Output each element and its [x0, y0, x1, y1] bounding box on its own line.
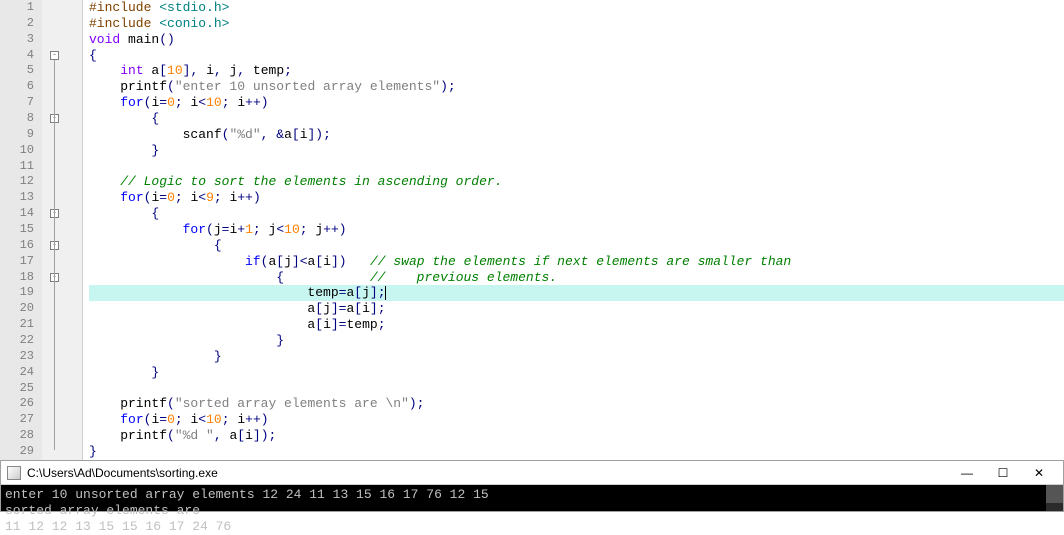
code-line[interactable]: }: [89, 444, 1064, 460]
code-line[interactable]: a[j]=a[i];: [89, 301, 1064, 317]
close-button[interactable]: ✕: [1021, 462, 1057, 484]
code-line[interactable]: { // previous elements.: [89, 270, 1064, 286]
code-line[interactable]: {: [89, 238, 1064, 254]
code-editor[interactable]: 1234567891011121314151617181920212223242…: [0, 0, 1064, 460]
code-line[interactable]: printf("sorted array elements are \n");: [89, 396, 1064, 412]
console-title: C:\Users\Ad\Documents\sorting.exe: [27, 466, 949, 480]
minimize-button[interactable]: —: [949, 462, 985, 484]
code-line[interactable]: // Logic to sort the elements in ascendi…: [89, 174, 1064, 190]
code-line[interactable]: {: [89, 48, 1064, 64]
code-line[interactable]: }: [89, 365, 1064, 381]
code-line[interactable]: #include <stdio.h>: [89, 0, 1064, 16]
window-controls: — ☐ ✕: [949, 462, 1057, 484]
code-line[interactable]: int a[10], i, j, temp;: [89, 63, 1064, 79]
code-line[interactable]: {: [89, 111, 1064, 127]
code-line[interactable]: }: [89, 333, 1064, 349]
maximize-button[interactable]: ☐: [985, 462, 1021, 484]
code-line[interactable]: for(i=0; i<9; i++): [89, 190, 1064, 206]
code-line[interactable]: temp=a[j];: [89, 285, 1064, 301]
code-line[interactable]: a[i]=temp;: [89, 317, 1064, 333]
fold-toggle[interactable]: -: [50, 51, 59, 60]
editor-gutter: 1234567891011121314151617181920212223242…: [0, 0, 83, 460]
code-line[interactable]: if(a[j]<a[i]) // swap the elements if ne…: [89, 254, 1064, 270]
code-area[interactable]: #include <stdio.h>#include <conio.h>void…: [83, 0, 1064, 460]
code-line[interactable]: printf("%d ", a[i]);: [89, 428, 1064, 444]
text-cursor: [385, 286, 386, 300]
console-output[interactable]: enter 10 unsorted array elements 12 24 1…: [1, 485, 1063, 511]
code-line[interactable]: printf("enter 10 unsorted array elements…: [89, 79, 1064, 95]
console-app-icon: [7, 466, 21, 480]
code-line[interactable]: for(i=0; i<10; i++): [89, 95, 1064, 111]
code-line[interactable]: [89, 381, 1064, 397]
console-scrollbar[interactable]: [1046, 485, 1063, 511]
code-line[interactable]: }: [89, 349, 1064, 365]
code-line[interactable]: {: [89, 206, 1064, 222]
fold-column[interactable]: -----: [42, 0, 82, 460]
code-line[interactable]: #include <conio.h>: [89, 16, 1064, 32]
code-line[interactable]: for(i=0; i<10; i++): [89, 412, 1064, 428]
code-line[interactable]: [89, 159, 1064, 175]
code-line[interactable]: }: [89, 143, 1064, 159]
line-number-column: 1234567891011121314151617181920212223242…: [0, 0, 42, 460]
code-line[interactable]: scanf("%d", &a[i]);: [89, 127, 1064, 143]
code-line[interactable]: for(j=i+1; j<10; j++): [89, 222, 1064, 238]
console-titlebar[interactable]: C:\Users\Ad\Documents\sorting.exe — ☐ ✕: [1, 461, 1063, 485]
console-window: C:\Users\Ad\Documents\sorting.exe — ☐ ✕ …: [0, 460, 1064, 512]
code-line[interactable]: void main(): [89, 32, 1064, 48]
scroll-thumb[interactable]: [1046, 485, 1063, 503]
